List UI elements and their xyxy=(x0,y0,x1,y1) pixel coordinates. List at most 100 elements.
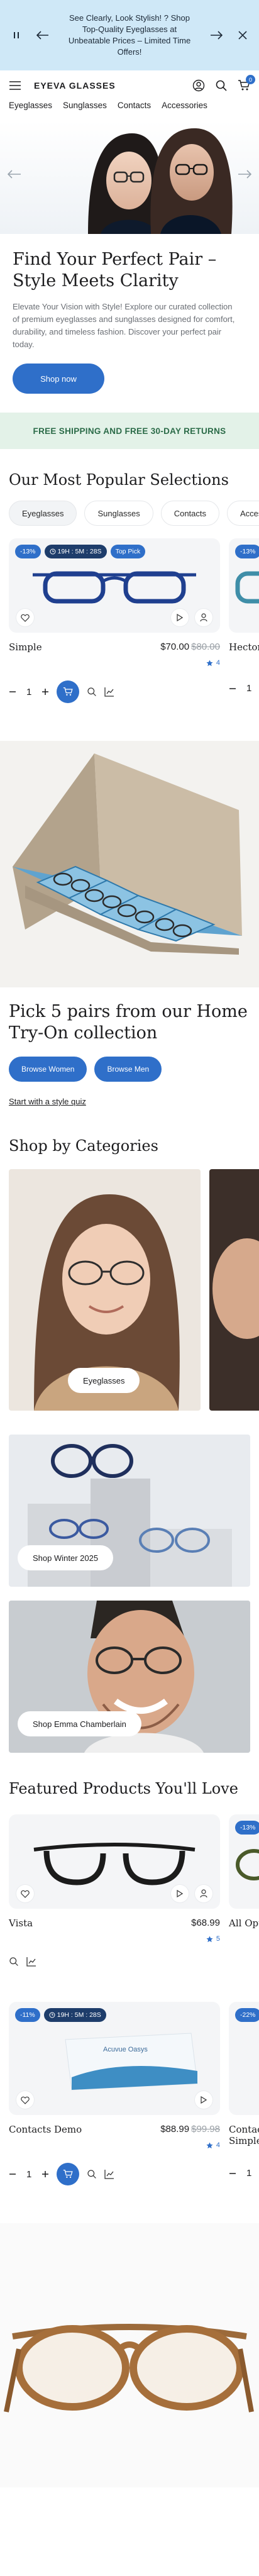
product-image[interactable]: -22% xyxy=(229,2002,259,2115)
product-image[interactable] xyxy=(9,1814,220,1909)
quick-view-search-icon[interactable] xyxy=(87,687,97,697)
product-price: $70.00 $80.00 xyxy=(160,641,220,652)
quantity-value[interactable]: 1 xyxy=(26,687,31,697)
cart-button[interactable]: 0 xyxy=(238,75,255,92)
add-to-cart-button[interactable] xyxy=(57,2163,80,2185)
try-on-box-image xyxy=(13,753,242,955)
compare-chart-icon[interactable] xyxy=(104,2169,114,2179)
quick-view-search-icon[interactable] xyxy=(87,2169,97,2179)
product-name[interactable]: Simple xyxy=(9,641,42,653)
virtual-try-on-icon[interactable] xyxy=(195,609,212,626)
quantity-stepper: 1 xyxy=(229,2168,251,2179)
arrow-left-icon[interactable] xyxy=(35,28,50,43)
main-nav: Eyeglasses Sunglasses Contacts Accessori… xyxy=(0,101,259,121)
rating-value: 4 xyxy=(216,659,220,667)
product-card[interactable]: -11% 19H : 5M : 28S Acuvue Oasys Contact… xyxy=(9,2002,220,2185)
category-slider: Eyeglasses xyxy=(0,1169,259,1411)
product-name[interactable]: Contacts Demo xyxy=(9,2124,82,2135)
minus-icon[interactable] xyxy=(9,688,16,696)
plus-icon[interactable] xyxy=(41,2170,49,2178)
browse-women-button[interactable]: Browse Women xyxy=(9,1057,87,1082)
close-icon[interactable] xyxy=(235,28,250,43)
cart-icon xyxy=(63,687,73,696)
product-image[interactable]: -13% xyxy=(229,538,259,633)
hero-prev-icon[interactable] xyxy=(8,170,21,179)
compare-chart-icon[interactable] xyxy=(26,1957,36,1967)
rating-value: 5 xyxy=(216,1935,220,1943)
tab-sunglasses[interactable]: Sunglasses xyxy=(84,501,153,526)
style-quiz-link[interactable]: Start with a style quiz xyxy=(0,1097,259,1106)
tab-eyeglasses[interactable]: Eyeglasses xyxy=(9,501,77,526)
virtual-try-on-icon[interactable] xyxy=(195,1885,212,1902)
product-card[interactable]: -13% Hector 1 xyxy=(229,538,259,703)
old-price: $80.00 xyxy=(191,641,220,652)
tab-accessories[interactable]: Accessories xyxy=(227,501,259,526)
nav-contacts[interactable]: Contacts xyxy=(118,101,151,110)
product-image[interactable]: -13% 19H : 5M : 28S Top Pick xyxy=(9,538,220,633)
quantity-value[interactable]: 1 xyxy=(26,2169,31,2180)
product-card[interactable]: -13% All Options xyxy=(229,1814,259,1967)
winter-collection-banner[interactable]: Shop Winter 2025 xyxy=(9,1435,250,1587)
discount-badge: -22% xyxy=(235,2008,259,2022)
minus-icon[interactable] xyxy=(229,2170,236,2177)
product-card[interactable]: -22% Contacts Simple 1 xyxy=(229,2002,259,2185)
discount-badge: -11% xyxy=(15,2008,40,2022)
product-price: $88.99 $99.98 xyxy=(160,2124,220,2135)
account-icon[interactable] xyxy=(192,79,205,92)
page: See Clearly, Look Stylish! ? Shop Top-Qu… xyxy=(0,0,259,2576)
wishlist-heart-icon[interactable] xyxy=(16,609,34,626)
product-image[interactable]: -13% xyxy=(229,1814,259,1909)
product-name[interactable]: Contacts Simple xyxy=(229,2124,259,2146)
product-image[interactable]: -11% 19H : 5M : 28S Acuvue Oasys xyxy=(9,2002,220,2115)
plus-icon[interactable] xyxy=(41,688,49,696)
quantity-value[interactable]: 1 xyxy=(246,683,251,694)
wishlist-heart-icon[interactable] xyxy=(16,1885,34,1902)
emma-chamberlain-banner[interactable]: Shop Emma Chamberlain xyxy=(9,1601,250,1753)
quantity-stepper: 1 xyxy=(9,687,49,697)
wishlist-heart-icon[interactable] xyxy=(16,2091,34,2109)
category-tile[interactable] xyxy=(209,1169,259,1411)
product-card[interactable]: -13% 19H : 5M : 28S Top Pick Simple $70.… xyxy=(9,538,220,703)
star-icon xyxy=(206,659,213,666)
rating: 4 xyxy=(9,659,220,667)
menu-icon[interactable] xyxy=(9,81,21,90)
rating: 5 xyxy=(9,1935,220,1943)
play-video-icon[interactable] xyxy=(171,609,189,626)
emma-chamberlain-label[interactable]: Shop Emma Chamberlain xyxy=(18,1711,141,1736)
minus-icon[interactable] xyxy=(229,685,236,692)
try-on-title: Pick 5 pairs from our Home Try-On collec… xyxy=(9,1002,248,1043)
nav-accessories[interactable]: Accessories xyxy=(162,101,207,110)
rating-value: 4 xyxy=(216,2141,220,2149)
quantity-value[interactable]: 1 xyxy=(246,2168,251,2179)
arrow-right-icon[interactable] xyxy=(209,28,224,43)
add-to-cart-button[interactable] xyxy=(57,680,80,703)
cart-icon xyxy=(63,2169,73,2178)
product-name[interactable]: Hector xyxy=(229,641,259,653)
discount-badge: -13% xyxy=(235,545,259,558)
timer-text: 19H : 5M : 28S xyxy=(57,2011,101,2019)
shop-now-button[interactable]: Shop now xyxy=(13,364,104,394)
compare-chart-icon[interactable] xyxy=(104,687,114,697)
search-icon[interactable] xyxy=(215,79,228,92)
hero-next-icon[interactable] xyxy=(238,170,251,179)
category-label[interactable]: Eyeglasses xyxy=(68,1368,140,1393)
play-video-icon[interactable] xyxy=(171,1885,189,1902)
nav-eyeglasses[interactable]: Eyeglasses xyxy=(9,101,52,110)
product-name[interactable]: All Options xyxy=(229,1918,259,1929)
tab-contacts[interactable]: Contacts xyxy=(160,501,220,526)
cart-controls: 1 xyxy=(9,2163,220,2185)
category-tile-eyeglasses[interactable]: Eyeglasses xyxy=(9,1169,201,1411)
category-image xyxy=(212,1238,259,1339)
star-icon xyxy=(206,1935,213,1942)
product-card[interactable]: Vista $68.99 5 xyxy=(9,1814,220,1967)
minus-icon[interactable] xyxy=(9,2170,16,2178)
winter-collection-label[interactable]: Shop Winter 2025 xyxy=(18,1545,114,1570)
pause-icon[interactable] xyxy=(9,28,24,43)
nav-sunglasses[interactable]: Sunglasses xyxy=(63,101,107,110)
quick-view-search-icon[interactable] xyxy=(9,1957,19,1967)
clock-icon xyxy=(49,2012,55,2018)
play-video-icon[interactable] xyxy=(195,2091,212,2109)
site-logo[interactable]: EYEVA GLASSES xyxy=(34,80,116,91)
product-name[interactable]: Vista xyxy=(9,1918,33,1929)
browse-men-button[interactable]: Browse Men xyxy=(94,1057,162,1082)
